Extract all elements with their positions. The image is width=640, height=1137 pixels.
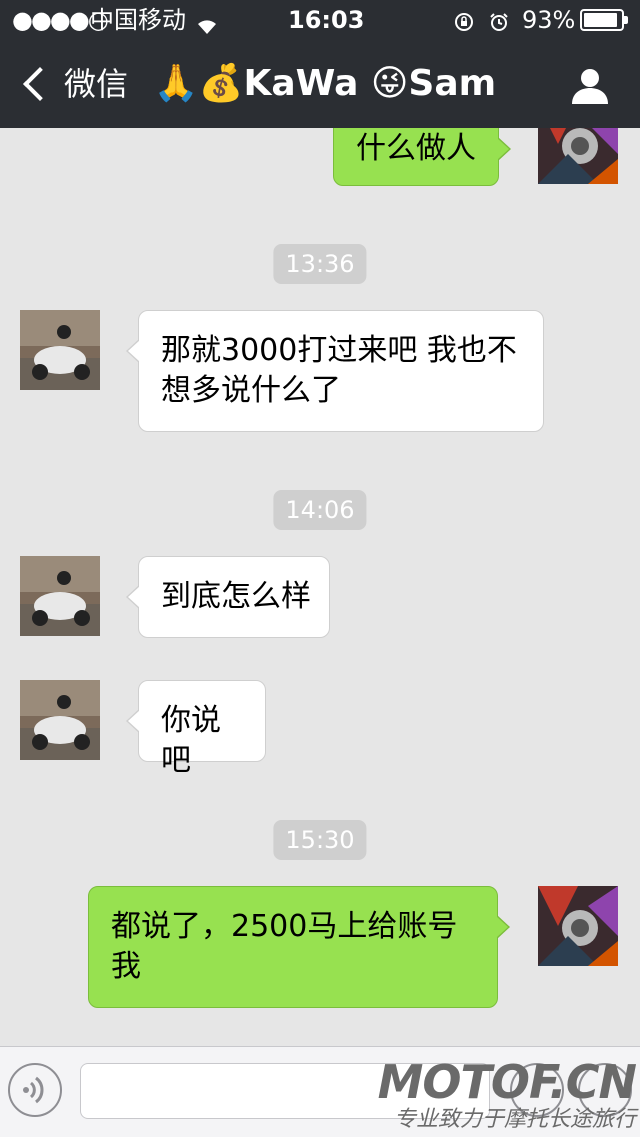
status-time: 16:03 [288,6,365,34]
wifi-icon [196,13,216,34]
alarm-icon [489,10,509,31]
carrier-name: 中国移动 [90,6,186,34]
back-label: 微信 [64,65,129,103]
person-icon [572,69,608,104]
chat-area[interactable]: 什么做人 13:36 那就3000打过来吧 我也不想多说什么了 14:06 到底… [0,128,640,1046]
timestamp: 13:36 [273,244,367,284]
avatar[interactable] [20,680,100,760]
chevron-left-icon [23,67,57,101]
message-bubble-outgoing[interactable]: 都说了，2500马上给账号我 [88,886,510,1008]
avatar[interactable] [538,886,618,966]
chat-info-button[interactable] [568,64,612,108]
battery-percent: 93% [522,6,576,34]
message-text: 都说了，2500马上给账号我 [111,909,458,984]
message-text: 你说吧 [161,703,221,778]
avatar[interactable] [20,556,100,636]
voice-icon [23,1076,44,1104]
message-bubble-incoming[interactable]: 你说吧 [126,680,266,778]
message-text: 那就3000打过来吧 我也不想多说什么了 [161,333,517,408]
battery-icon [580,9,628,31]
watermark: MOTOF.CN 专业致力于摩托长途旅行 [378,1058,640,1136]
avatar-sam-image [538,128,618,184]
avatar[interactable] [20,310,100,390]
message-bubble-outgoing[interactable]: 什么做人 [333,128,511,186]
timestamp: 15:30 [273,820,367,860]
avatar-kawa-image [20,310,100,390]
back-button[interactable]: 微信 [18,64,128,104]
timestamp: 14:06 [273,490,367,530]
rotation-lock-icon [454,10,474,31]
avatar-sam-image [538,886,618,966]
message-bubble-incoming[interactable]: 到底怎么样 [126,556,330,638]
message-text: 什么做人 [356,131,476,166]
chat-title: 🙏💰KaWa 😜Sam [153,63,497,104]
watermark-brand: MOTOF.CN [377,1055,637,1109]
battery-fill [584,13,617,27]
avatar-kawa-image [20,680,100,760]
top-bar: ●●●●○ 中国移动 16:03 93% 微信 🙏💰KaWa 😜Sam [0,0,640,128]
watermark-slogan: 专业致力于摩托长途旅行 [393,1107,636,1132]
avatar-kawa-image [20,556,100,636]
avatar[interactable] [538,128,618,184]
status-bar: ●●●●○ 中国移动 16:03 93% [0,0,640,40]
message-bubble-incoming[interactable]: 那就3000打过来吧 我也不想多说什么了 [126,310,544,432]
message-text: 到底怎么样 [161,579,311,614]
voice-button[interactable] [8,1063,62,1117]
